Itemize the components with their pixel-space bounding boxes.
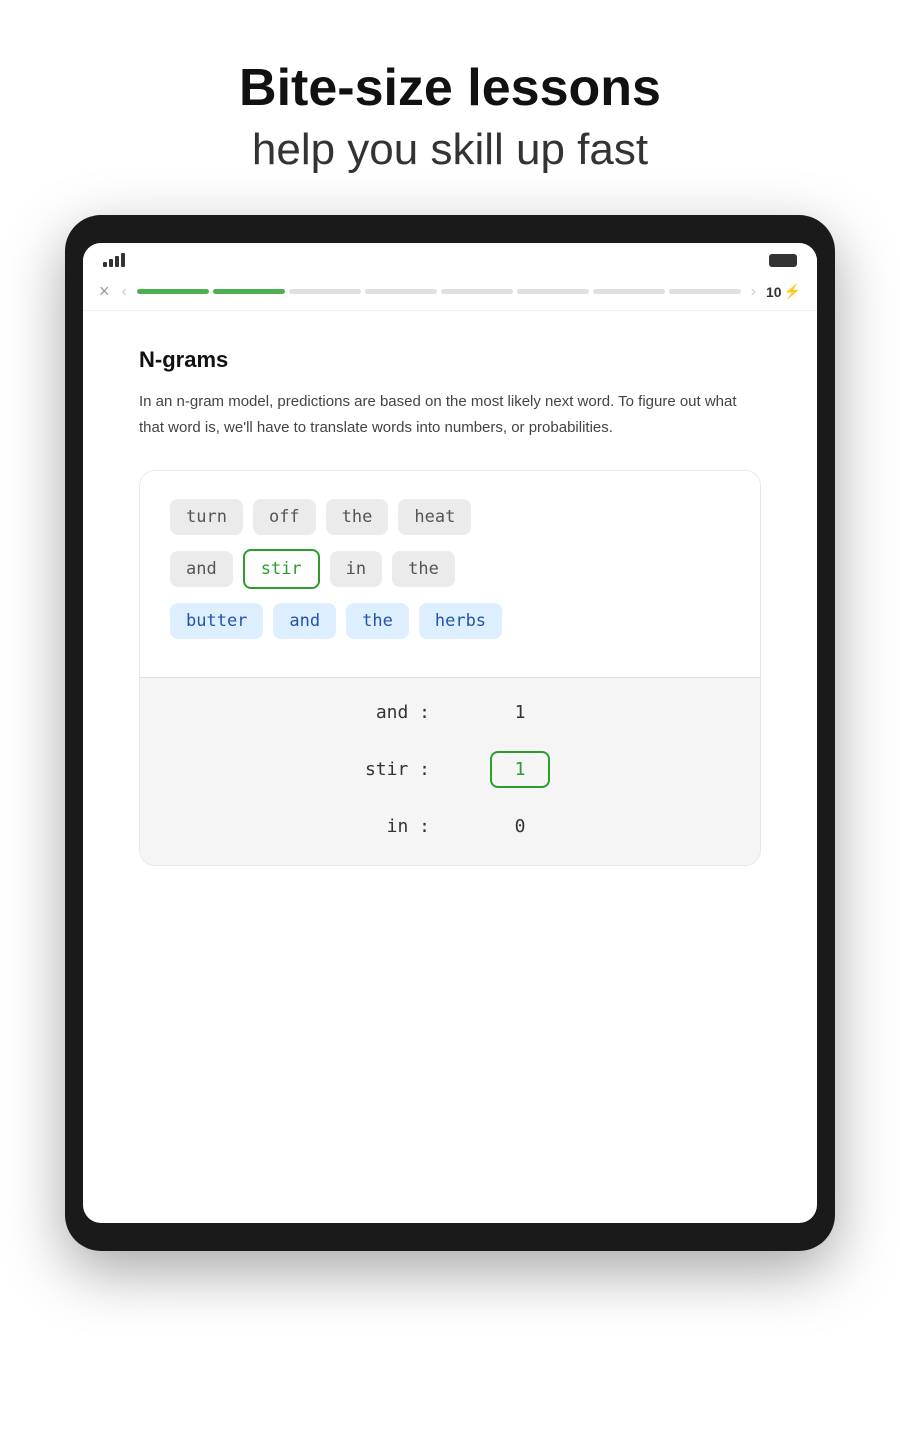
word-chip-0-2: the bbox=[326, 499, 389, 535]
prev-button[interactable]: ‹ bbox=[122, 283, 127, 301]
progress-segment-4 bbox=[441, 289, 513, 294]
word-sentence-area: turnofftheheatandstirinthebutterandthehe… bbox=[140, 471, 760, 677]
progress-segment-7 bbox=[669, 289, 741, 294]
word-chip-2-0: butter bbox=[170, 603, 263, 639]
page-header: Bite-size lessons help you skill up fast bbox=[0, 0, 900, 215]
tablet-screen: × ‹ › 10 ⚡ N-grams In an n-gram model, p… bbox=[83, 243, 817, 1223]
word-chip-1-3: the bbox=[392, 551, 455, 587]
progress-segment-0 bbox=[137, 289, 209, 294]
word-table-area: and : 1 stir : 1 in : 0 bbox=[140, 677, 760, 865]
table-value-1: 1 bbox=[490, 751, 550, 788]
table-key-2: in : bbox=[350, 816, 430, 837]
tablet-frame: × ‹ › 10 ⚡ N-grams In an n-gram model, p… bbox=[65, 215, 835, 1251]
word-chip-1-0: and bbox=[170, 551, 233, 587]
word-chip-1-1: stir bbox=[243, 549, 320, 589]
bolt-icon: ⚡ bbox=[784, 283, 801, 300]
table-key-1: stir : bbox=[350, 759, 430, 780]
next-button[interactable]: › bbox=[751, 283, 756, 301]
word-card-container: turnofftheheatandstirinthebutterandthehe… bbox=[139, 470, 761, 866]
word-line-0: turnofftheheat bbox=[170, 499, 730, 535]
lesson-title: N-grams bbox=[139, 347, 761, 373]
table-value-0: 1 bbox=[490, 702, 550, 723]
word-chip-2-1: and bbox=[273, 603, 336, 639]
word-chip-2-3: herbs bbox=[419, 603, 502, 639]
close-button[interactable]: × bbox=[99, 281, 110, 302]
status-bar bbox=[83, 243, 817, 273]
table-row-1: stir : 1 bbox=[170, 751, 730, 788]
word-chip-0-3: heat bbox=[398, 499, 471, 535]
progress-segment-1 bbox=[213, 289, 285, 294]
word-chip-0-0: turn bbox=[170, 499, 243, 535]
table-key-0: and : bbox=[350, 702, 430, 723]
lesson-description: In an n-gram model, predictions are base… bbox=[139, 389, 761, 440]
xp-value: 10 bbox=[766, 284, 782, 300]
lesson-content: N-grams In an n-gram model, predictions … bbox=[83, 311, 817, 896]
word-chip-1-2: in bbox=[330, 551, 382, 587]
progress-track bbox=[137, 289, 741, 294]
main-title-light: help you skill up fast bbox=[0, 125, 900, 175]
table-value-2: 0 bbox=[490, 816, 550, 837]
word-chip-2-2: the bbox=[346, 603, 409, 639]
word-line-1: andstirinthe bbox=[170, 549, 730, 589]
progress-segment-2 bbox=[289, 289, 361, 294]
progress-segment-5 bbox=[517, 289, 589, 294]
battery-icon bbox=[769, 254, 797, 267]
xp-badge: 10 ⚡ bbox=[766, 283, 801, 300]
lesson-nav: × ‹ › 10 ⚡ bbox=[83, 273, 817, 311]
main-title-bold: Bite-size lessons bbox=[0, 60, 900, 117]
progress-segment-6 bbox=[593, 289, 665, 294]
signal-icon bbox=[103, 253, 125, 267]
word-chip-0-1: off bbox=[253, 499, 316, 535]
word-line-2: butter andthe herbs bbox=[170, 603, 730, 639]
table-row-0: and : 1 bbox=[170, 702, 730, 723]
progress-segment-3 bbox=[365, 289, 437, 294]
table-row-2: in : 0 bbox=[170, 816, 730, 837]
